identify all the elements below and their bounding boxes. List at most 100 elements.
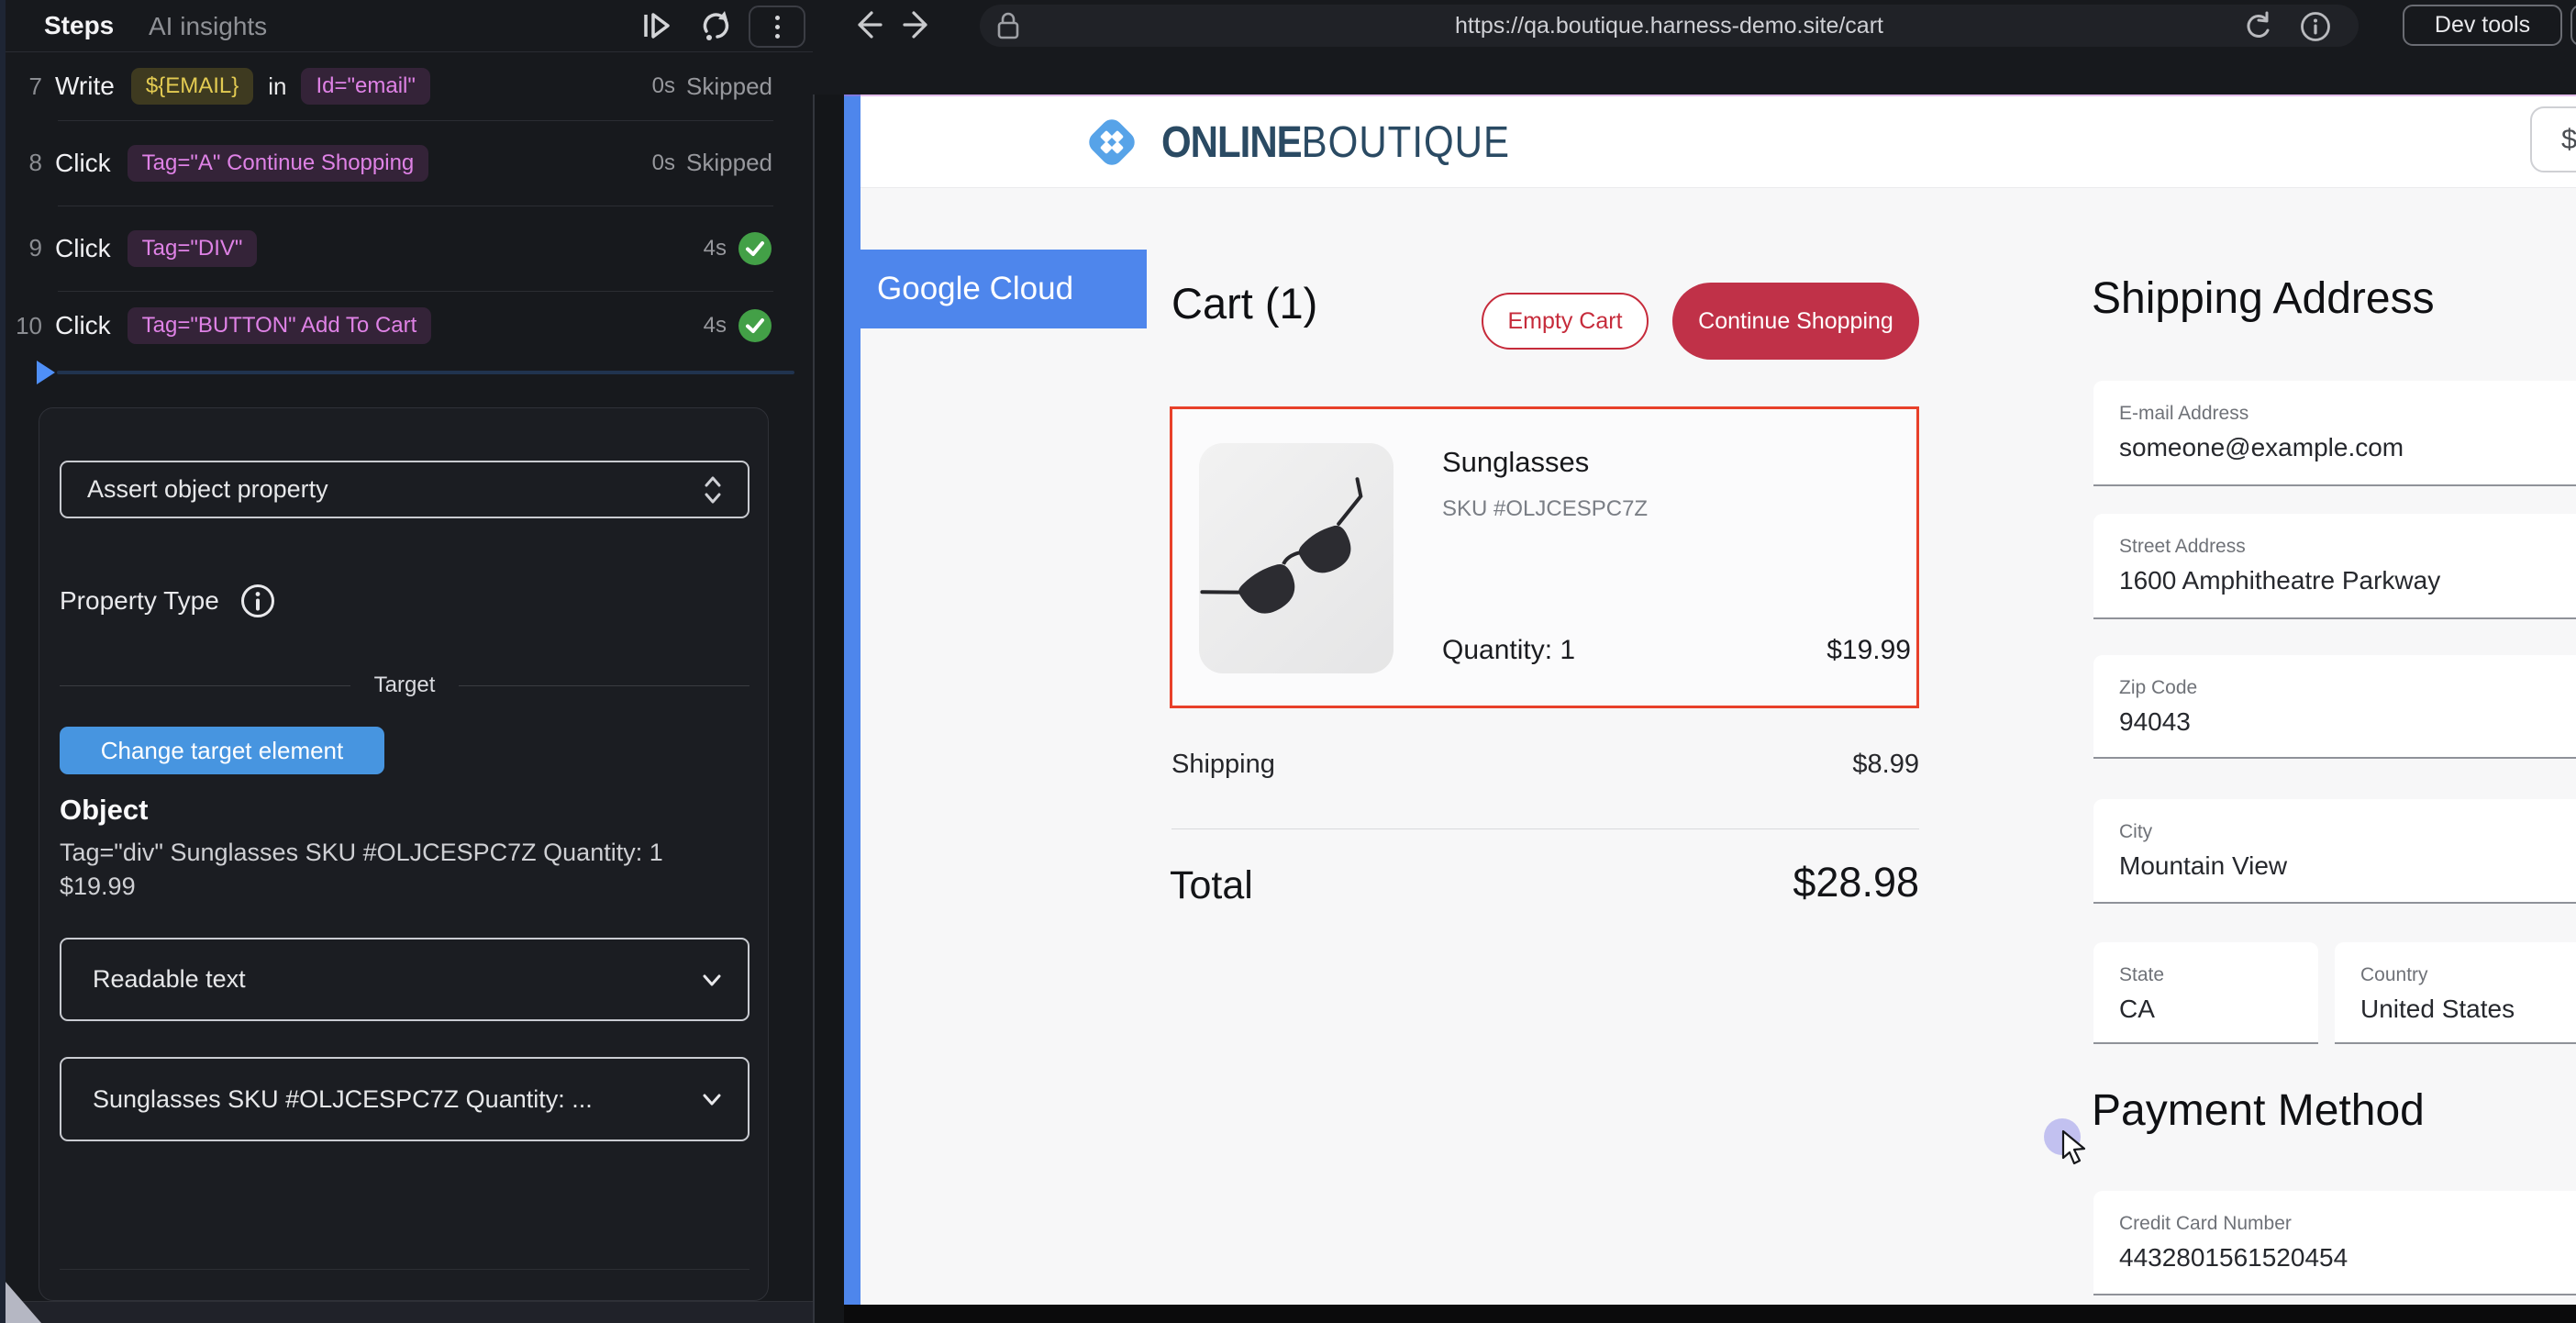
country-label: Country (2360, 964, 2428, 986)
divider (60, 1269, 749, 1270)
overflow-dot (775, 16, 780, 20)
step-variable-badge: ${EMAIL} (131, 68, 253, 105)
playhead-track[interactable] (57, 371, 794, 374)
zip-code-field[interactable]: Zip Code 94043 (2093, 655, 2576, 759)
product-quantity: Quantity: 1 (1442, 635, 1575, 666)
tab-steps[interactable]: Steps (44, 11, 114, 40)
cart-item-card-highlighted[interactable]: Sunglasses SKU #OLJCESPC7Z Quantity: 1 $… (1170, 406, 1919, 708)
zip-code-value[interactable]: 94043 (2119, 707, 2191, 737)
divider (459, 685, 749, 686)
divider (813, 0, 815, 1323)
step-passed-icon (738, 308, 772, 343)
country-field[interactable]: Country United States (2335, 942, 2576, 1044)
chevron-up-down-icon (700, 472, 726, 508)
step-duration: 0s (652, 73, 675, 99)
country-value[interactable]: United States (2360, 995, 2515, 1024)
shop-header: ONLINEBOUTIQUE $ (861, 94, 2576, 188)
shipping-cost-value: $8.99 (1837, 750, 1919, 780)
step-selector-badge: Tag="DIV" (128, 230, 258, 267)
mouse-cursor-icon (2060, 1129, 2092, 1166)
step-action: Click (55, 311, 111, 340)
step-number: 7 (0, 72, 42, 101)
divider (1171, 828, 1919, 829)
city-field[interactable]: City Mountain View (2093, 799, 2576, 904)
step-row-10[interactable]: 10 Click Tag="BUTTON" Add To Cart 4s (0, 291, 813, 361)
object-description: Tag="div" Sunglasses SKU #OLJCESPC7Z Qua… (60, 836, 729, 904)
wordmark-bold: ONLINE (1161, 117, 1302, 166)
step-status: Skipped (686, 72, 772, 101)
empty-cart-button[interactable]: Empty Cart (1482, 293, 1649, 350)
tab-ai-insights[interactable]: AI insights (149, 12, 267, 41)
continue-shopping-button[interactable]: Continue Shopping (1672, 283, 1919, 360)
expected-value-select[interactable]: Sunglasses SKU #OLJCESPC7Z Quantity: ... (60, 1057, 749, 1141)
email-value[interactable]: someone@example.com (2119, 433, 2404, 462)
app-window: Steps AI insights 7 Write ${EMAIL} in (0, 0, 2576, 1323)
browser-toolbar: https://qa.boutique.harness-demo.site/ca… (813, 0, 2576, 94)
step-action: Write (55, 72, 115, 101)
google-cloud-ribbon: Google Cloud (844, 250, 1147, 328)
zip-code-label: Zip Code (2119, 677, 2197, 699)
city-value[interactable]: Mountain View (2119, 851, 2287, 881)
credit-card-value[interactable]: 4432801561520454 (2119, 1243, 2348, 1273)
back-icon[interactable] (849, 7, 884, 42)
credit-card-number-field[interactable]: Credit Card Number 4432801561520454 (2093, 1191, 2576, 1295)
wordmark-light: BOUTIQUE (1302, 117, 1510, 166)
step-selector-badge: Tag="BUTTON" Add To Cart (128, 307, 432, 344)
email-label: E-mail Address (2119, 403, 2248, 425)
shop-logo[interactable]: ONLINEBOUTIQUE (1083, 113, 1510, 172)
product-name[interactable]: Sunglasses (1442, 446, 1589, 479)
state-field[interactable]: State CA (2093, 942, 2318, 1044)
currency-selector[interactable]: $ (2530, 106, 2576, 172)
step-selector-badge: Tag="A" Continue Shopping (128, 145, 429, 182)
divider (60, 685, 350, 686)
overflow-dot (775, 34, 780, 39)
street-address-value[interactable]: 1600 Amphitheatre Parkway (2119, 566, 2440, 595)
dev-tools-button[interactable]: Dev tools (2403, 5, 2562, 46)
state-label: State (2119, 964, 2164, 986)
clipped-toolbar-button[interactable] (2570, 5, 2576, 46)
step-duration: 4s (704, 313, 727, 339)
total-value: $28.98 (1736, 859, 1919, 906)
url-text[interactable]: https://qa.boutique.harness-demo.site/ca… (980, 13, 2359, 39)
browser-viewport: ONLINEBOUTIQUE $ Google Cloud Cart (1) E… (844, 94, 2576, 1305)
panel-browser-gap (813, 0, 844, 1323)
info-icon[interactable] (239, 583, 276, 619)
lock-icon (996, 11, 1020, 40)
reload-icon[interactable] (2242, 10, 2275, 43)
payment-method-title: Payment Method (2092, 1085, 2425, 1136)
state-value[interactable]: CA (2119, 995, 2155, 1024)
city-label: City (2119, 821, 2152, 843)
action-type-select[interactable]: Assert object property (60, 461, 749, 518)
readable-text-select[interactable]: Readable text (60, 938, 749, 1021)
product-image-sunglasses (1199, 443, 1393, 673)
step-status: Skipped (686, 149, 772, 177)
divider (844, 94, 2576, 96)
action-type-value: Assert object property (87, 475, 328, 504)
step-number: 9 (0, 234, 42, 262)
step-row-8[interactable]: 8 Click Tag="A" Continue Shopping 0s Ski… (0, 120, 813, 206)
object-heading: Object (60, 794, 148, 827)
step-action: Click (55, 234, 111, 263)
step-row-7[interactable]: 7 Write ${EMAIL} in Id="email" 0s Skippe… (0, 52, 813, 120)
rerun-icon[interactable] (697, 7, 734, 44)
step-editor-card: Assert object property Property Type Tar… (39, 407, 769, 1301)
street-address-field[interactable]: Street Address 1600 Amphitheatre Parkway (2093, 514, 2576, 619)
property-type-label: Property Type (60, 586, 219, 616)
viewport-bottom-bar (844, 1305, 2576, 1323)
email-field[interactable]: E-mail Address someone@example.com (2093, 381, 2576, 486)
forward-icon[interactable] (901, 7, 936, 42)
product-sku: SKU #OLJCESPC7Z (1442, 496, 1648, 522)
step-number: 8 (0, 149, 42, 177)
target-section-divider: Target (60, 673, 749, 698)
playhead-marker-icon[interactable] (37, 361, 55, 384)
test-steps-panel: Steps AI insights 7 Write ${EMAIL} in (0, 0, 813, 1323)
run-from-step-icon[interactable] (638, 7, 675, 44)
page-info-icon[interactable] (2299, 10, 2332, 43)
change-target-element-button[interactable]: Change target element (60, 727, 384, 774)
sunglasses-illustration (1199, 443, 1393, 673)
step-row-9[interactable]: 9 Click Tag="DIV" 4s (0, 206, 813, 291)
overflow-menu-button[interactable] (749, 6, 805, 48)
chevron-down-icon (698, 1085, 726, 1113)
address-bar[interactable]: https://qa.boutique.harness-demo.site/ca… (980, 5, 2359, 47)
step-selector-badge: Id="email" (301, 68, 429, 105)
